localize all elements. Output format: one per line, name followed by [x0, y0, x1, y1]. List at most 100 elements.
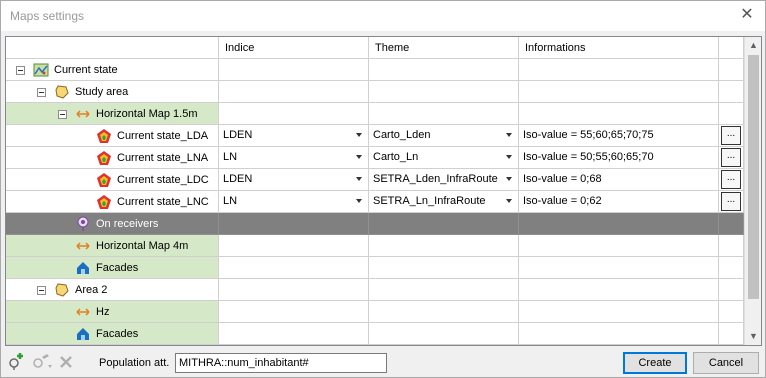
indice-dropdown[interactable]: LDEN: [219, 169, 368, 190]
indice-cell[interactable]: LDEN: [219, 169, 369, 191]
tree-cell[interactable]: Facades: [6, 257, 219, 279]
theme-cell: [369, 103, 519, 125]
tree-row[interactable]: Study area: [6, 81, 744, 103]
create-button[interactable]: Create: [623, 352, 687, 374]
scroll-thumb[interactable]: [748, 55, 759, 299]
theme-cell[interactable]: Carto_Lden: [369, 125, 519, 147]
tree-node-label: Study area: [75, 86, 129, 98]
column-header-informations[interactable]: Informations: [519, 37, 719, 59]
action-cell: ...: [719, 125, 744, 147]
edit-map-button[interactable]: [31, 353, 53, 371]
column-header-theme[interactable]: Theme: [369, 37, 519, 59]
tree-row[interactable]: Current state_LDC LDEN SETRA_Lden_InfraRou…: [6, 169, 744, 191]
tree-row[interactable]: Area 2: [6, 279, 744, 301]
horizontal-arrows-icon: [75, 106, 91, 122]
tree-cell[interactable]: Horizontal Map 1.5m: [6, 103, 219, 125]
theme-dropdown[interactable]: SETRA_Lden_InfraRoute: [369, 169, 518, 190]
population-input[interactable]: [175, 353, 387, 373]
tree-cell[interactable]: Current state_LNC: [6, 191, 219, 213]
dropdown-arrow-icon[interactable]: [506, 177, 512, 181]
tree-cell[interactable]: Study area: [6, 81, 219, 103]
tree-cell[interactable]: Horizontal Map 4m: [6, 235, 219, 257]
theme-dropdown[interactable]: Carto_Ln: [369, 147, 518, 168]
theme-cell[interactable]: SETRA_Ln_InfraRoute: [369, 191, 519, 213]
tree-cell[interactable]: Current state: [6, 59, 219, 81]
add-map-button[interactable]: [7, 353, 25, 371]
indice-cell[interactable]: LDEN: [219, 125, 369, 147]
tree-row[interactable]: Hz: [6, 301, 744, 323]
collapse-icon[interactable]: [37, 87, 46, 97]
grid-header: Indice Theme Informations: [6, 37, 744, 59]
informations-value: Iso-value = 55;60;65;70;75: [523, 129, 654, 141]
dropdown-arrow-icon[interactable]: [506, 199, 512, 203]
tree-row[interactable]: Current state: [6, 59, 744, 81]
dropdown-arrow-icon[interactable]: [356, 155, 362, 159]
theme-cell[interactable]: SETRA_Lden_InfraRoute: [369, 169, 519, 191]
dropdown-arrow-icon[interactable]: [356, 177, 362, 181]
indice-cell: [219, 301, 369, 323]
scroll-up-icon[interactable]: ▲: [745, 37, 761, 54]
action-cell: ...: [719, 147, 744, 169]
tree-cell[interactable]: Hz: [6, 301, 219, 323]
tree-row[interactable]: Horizontal Map 1.5m: [6, 103, 744, 125]
collapse-icon[interactable]: [58, 109, 67, 119]
cancel-button[interactable]: Cancel: [693, 352, 759, 374]
informations-value: Iso-value = 0;68: [523, 173, 602, 185]
tree-row[interactable]: Facades: [6, 257, 744, 279]
column-header-tree: [6, 37, 219, 59]
delete-map-button[interactable]: [57, 353, 75, 371]
tree-row[interactable]: Current state_LNC LN SETRA_Ln_InfraRoute Is…: [6, 191, 744, 213]
column-header-button: [719, 37, 744, 59]
dropdown-arrow-icon[interactable]: [506, 133, 512, 137]
scroll-down-icon[interactable]: ▼: [745, 328, 761, 345]
collapse-icon[interactable]: [16, 65, 25, 75]
noise-map-icon: [96, 128, 112, 144]
theme-dropdown[interactable]: Carto_Lden: [369, 125, 518, 146]
dropdown-arrow-icon[interactable]: [356, 199, 362, 203]
indice-cell: [219, 235, 369, 257]
informations-cell: [519, 323, 719, 345]
edit-iso-values-button[interactable]: ...: [721, 126, 741, 145]
tree-cell[interactable]: Area 2: [6, 279, 219, 301]
indice-dropdown[interactable]: LDEN: [219, 125, 368, 146]
area-polygon-icon: [54, 84, 70, 100]
tree-row[interactable]: Facades: [6, 323, 744, 345]
column-header-indice[interactable]: Indice: [219, 37, 369, 59]
tree-cell[interactable]: Current state_LDC: [6, 169, 219, 191]
noise-map-icon: [96, 150, 112, 166]
theme-cell: [369, 59, 519, 81]
edit-iso-values-button[interactable]: ...: [721, 192, 741, 211]
tree-cell[interactable]: Facades: [6, 323, 219, 345]
indice-cell[interactable]: LN: [219, 191, 369, 213]
indice-cell: [219, 257, 369, 279]
indice-dropdown[interactable]: LN: [219, 191, 368, 212]
vertical-scrollbar[interactable]: ▲ ▼: [744, 37, 761, 345]
indice-cell[interactable]: LN: [219, 147, 369, 169]
dropdown-arrow-icon[interactable]: [506, 155, 512, 159]
indice-dropdown[interactable]: LN: [219, 147, 368, 168]
action-cell: [719, 59, 744, 81]
theme-cell[interactable]: Carto_Ln: [369, 147, 519, 169]
action-cell: [719, 323, 744, 345]
tree-row[interactable]: On receivers: [6, 213, 744, 235]
informations-cell: Iso-value = 0;68: [519, 169, 719, 191]
tree-node-label: Current state_LDA: [117, 130, 209, 142]
theme-dropdown[interactable]: SETRA_Ln_InfraRoute: [369, 191, 518, 212]
tree-row[interactable]: Current state_LDA LDEN Carto_Lden Iso-value…: [6, 125, 744, 147]
tree-cell[interactable]: On receivers: [6, 213, 219, 235]
tree-cell[interactable]: Current state_LNA: [6, 147, 219, 169]
action-cell: [719, 301, 744, 323]
tree-row[interactable]: Current state_LNA LN Carto_Ln Iso-value = 5…: [6, 147, 744, 169]
edit-iso-values-button[interactable]: ...: [721, 170, 741, 189]
collapse-icon[interactable]: [37, 285, 46, 295]
edit-iso-values-button[interactable]: ...: [721, 148, 741, 167]
indice-value: LN: [223, 195, 238, 207]
theme-value: SETRA_Lden_InfraRoute: [373, 173, 498, 185]
theme-cell: [369, 81, 519, 103]
dropdown-arrow-icon[interactable]: [356, 133, 362, 137]
maps-tree-grid: Indice Theme Informations Current state S…: [5, 36, 762, 346]
indice-value: LN: [223, 151, 238, 163]
close-icon[interactable]: ✕: [738, 6, 756, 24]
tree-cell[interactable]: Current state_LDA: [6, 125, 219, 147]
tree-row[interactable]: Horizontal Map 4m: [6, 235, 744, 257]
